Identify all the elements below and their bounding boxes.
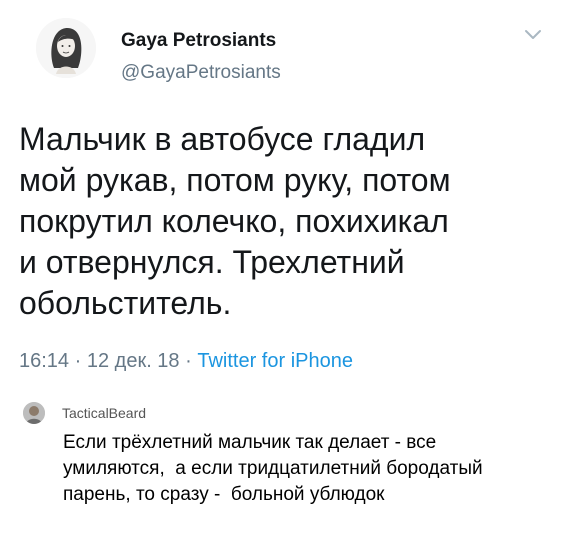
author-avatar[interactable] (36, 18, 96, 78)
avatar-illustration-icon (36, 18, 96, 78)
tweet-text-line: мой рукав, потом руку, потом (19, 162, 451, 198)
tweet-text-line: и отвернулся. Трехлетний (19, 244, 405, 280)
meta-separator: · (69, 350, 87, 372)
tweet-time[interactable]: 16:14 (19, 350, 69, 372)
comment-text-line: умиляются, а если тридцатилетний бородат… (63, 458, 483, 479)
tweet-text: Мальчик в автобусе гладил мой рукав, пот… (19, 119, 539, 324)
tweet-text-line: покрутил колечко, похихикал (19, 203, 449, 239)
avatar-photo-icon (23, 402, 45, 424)
tweet-source-link[interactable]: Twitter for iPhone (197, 350, 353, 372)
comment-text: Если трёхлетний мальчик так делает - все… (63, 430, 553, 508)
tweet-meta: 16:14 · 12 дек. 18 · Twitter for iPhone (19, 350, 353, 373)
chevron-down-icon[interactable] (524, 28, 542, 42)
comment-text-line: Если трёхлетний мальчик так делает - все (63, 432, 437, 453)
divider (0, 392, 561, 393)
meta-separator: · (179, 350, 198, 372)
tweet-date[interactable]: 12 дек. 18 (87, 350, 180, 372)
tweet-text-line: обольститель. (19, 285, 232, 321)
comment-text-line: парень, то сразу - больной ублюдок (63, 484, 385, 505)
comment-author[interactable]: TacticalBeard (62, 405, 146, 421)
author-name[interactable]: Gaya Petrosiants (121, 30, 276, 52)
author-handle[interactable]: @GayaPetrosiants (121, 62, 281, 84)
tweet-text-line: Мальчик в автобусе гладил (19, 121, 426, 157)
comment-avatar[interactable] (23, 402, 45, 424)
